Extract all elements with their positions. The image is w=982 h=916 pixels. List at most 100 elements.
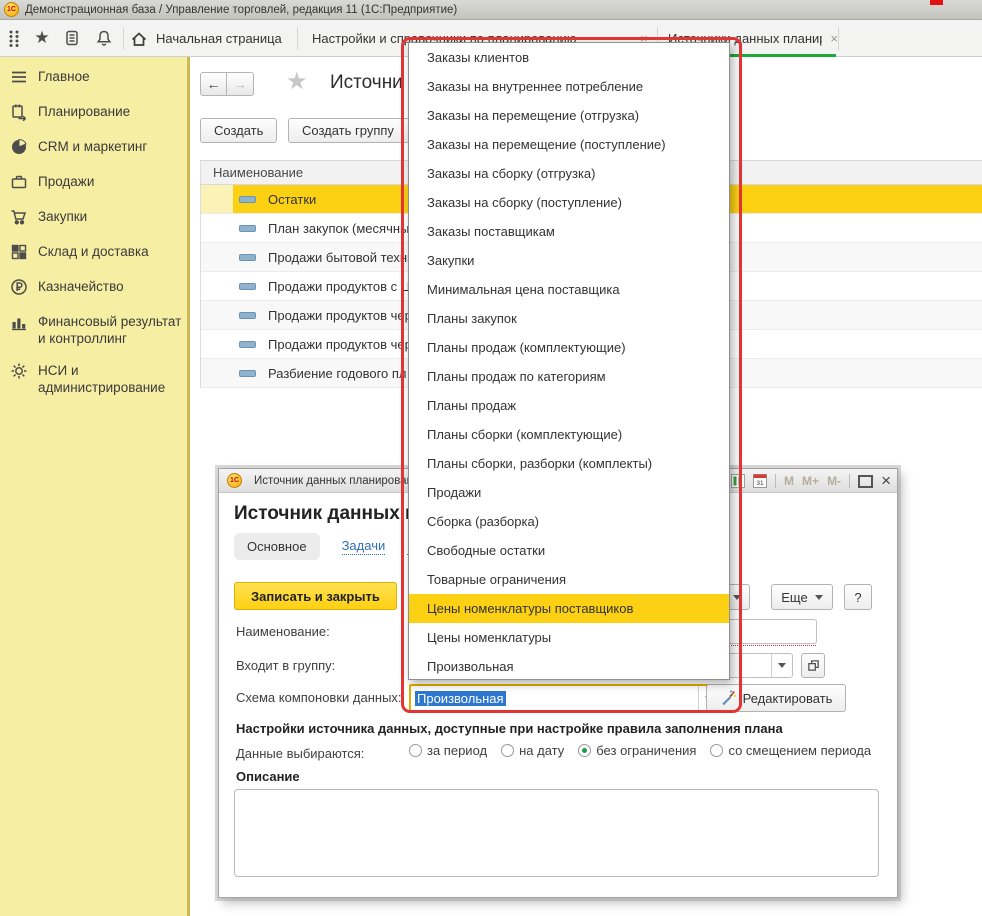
row-label: Остатки <box>268 192 316 207</box>
edit-button-label: Редактировать <box>743 691 833 706</box>
radio-icon <box>409 744 422 757</box>
maximize-icon[interactable] <box>858 475 873 488</box>
group-field-label: Входит в группу: <box>236 658 335 673</box>
list-element-icon <box>239 312 256 319</box>
tab-home[interactable]: Начальная страница <box>130 20 297 57</box>
notifications-bell-icon[interactable] <box>94 28 114 48</box>
row-label: План закупок (месячны <box>268 221 409 236</box>
chevron-down-icon[interactable] <box>771 654 792 677</box>
favorite-star-icon[interactable]: ★ <box>286 67 308 95</box>
back-button[interactable]: ← <box>200 72 227 96</box>
divider <box>775 474 776 488</box>
name-field-label: Наименование: <box>236 624 330 639</box>
row-label: Продажи продуктов чер <box>268 308 412 323</box>
close-icon[interactable]: × <box>881 474 891 488</box>
open-icon <box>807 659 820 672</box>
list-element-icon <box>239 283 256 290</box>
dialog-tabs: Основное Задачи Мои <box>234 533 433 560</box>
sidebar-item-label: НСИ и администрирование <box>38 362 184 396</box>
more-button[interactable]: Еще <box>771 584 833 610</box>
row-label: Разбиение годового пл <box>268 366 407 381</box>
radio-so-smescheniem[interactable]: со смещением периода <box>710 743 871 758</box>
warehouse-icon <box>10 243 28 261</box>
sidebar-item-sklad[interactable]: Склад и доставка <box>0 243 184 261</box>
sidebar-item-prodazhi[interactable]: Продажи <box>0 173 184 191</box>
dialog-title: Источник данных планировани: <box>254 475 423 487</box>
dropdown-item[interactable]: Произвольная <box>409 652 729 681</box>
tab-zadachi[interactable]: Задачи <box>342 538 386 555</box>
memory-minus-button[interactable]: M- <box>827 474 841 488</box>
sidebar: Главное Планирование CRM и маркетинг Про… <box>0 57 190 916</box>
radio-za-period[interactable]: за период <box>409 743 487 758</box>
dropdown-item[interactable]: Планы продаж по категориям <box>409 362 729 391</box>
window-title: Демонстрационная база / Управление торго… <box>25 4 457 16</box>
period-radio-group: за период на дату без ограничения со сме… <box>409 743 871 758</box>
dropdown-item[interactable]: Планы закупок <box>409 304 729 333</box>
chevron-down-icon <box>733 595 741 600</box>
group-open-button[interactable] <box>801 653 825 678</box>
favorites-star-icon[interactable]: ★ <box>32 28 52 48</box>
main-menu-icon[interactable] <box>4 28 24 48</box>
app-logo-icon: 1C <box>4 2 19 17</box>
create-button[interactable]: Создать <box>200 118 277 143</box>
tab-close-icon[interactable]: × <box>830 31 838 46</box>
dropdown-item[interactable]: Заказы на перемещение (отгрузка) <box>409 101 729 130</box>
row-lead-cell <box>201 301 233 329</box>
edit-button[interactable]: Редактировать <box>706 684 846 712</box>
description-textarea[interactable] <box>234 789 879 877</box>
sidebar-item-planirovanie[interactable]: Планирование <box>0 103 184 121</box>
sidebar-item-zakupki[interactable]: Закупки <box>0 208 184 226</box>
sidebar-item-nsi[interactable]: НСИ и администрирование <box>0 362 184 396</box>
radio-bez-ogranicheniya[interactable]: без ограничения <box>578 743 696 758</box>
window-close-fragment[interactable] <box>930 0 943 5</box>
sidebar-item-label: Продажи <box>38 173 184 190</box>
dropdown-item[interactable]: Планы продаж <box>409 391 729 420</box>
sidebar-item-crm[interactable]: CRM и маркетинг <box>0 138 184 156</box>
sidebar-item-kaznacheystvo[interactable]: Казначейство <box>0 278 184 296</box>
dropdown-item[interactable]: Заказы на сборку (поступление) <box>409 188 729 217</box>
ruble-icon <box>10 278 28 296</box>
dropdown-item[interactable]: Сборка (разборка) <box>409 507 729 536</box>
dropdown-item[interactable]: Закупки <box>409 246 729 275</box>
memory-plus-button[interactable]: M+ <box>802 474 819 488</box>
cart-icon <box>10 208 28 226</box>
help-button[interactable]: ? <box>844 584 872 610</box>
save-and-close-button[interactable]: Записать и закрыть <box>234 582 397 610</box>
schema-combo-input[interactable]: Произвольная <box>409 684 721 712</box>
dropdown-item[interactable]: Заказы поставщикам <box>409 217 729 246</box>
calendar-icon[interactable]: 31 <box>753 474 767 488</box>
dropdown-item[interactable]: Заказы на сборку (отгрузка) <box>409 159 729 188</box>
app-window: 1C Демонстрационная база / Управление то… <box>0 0 982 916</box>
dropdown-item[interactable]: Цены номенклатуры <box>409 623 729 652</box>
section-header: Настройки источника данных, доступные пр… <box>236 721 783 736</box>
dropdown-item[interactable]: Планы сборки (комплектующие) <box>409 420 729 449</box>
radio-na-datu[interactable]: на дату <box>501 743 564 758</box>
dropdown-item[interactable]: Планы сборки, разборки (комплекты) <box>409 449 729 478</box>
create-group-button[interactable]: Создать группу <box>288 118 420 143</box>
dropdown-item[interactable]: Минимальная цена поставщика <box>409 275 729 304</box>
tab-divider <box>297 27 298 50</box>
page-title: Источни <box>330 72 403 94</box>
dropdown-item[interactable]: Товарные ограничения <box>409 565 729 594</box>
row-lead-cell <box>201 272 233 300</box>
chevron-down-icon <box>815 595 823 600</box>
dropdown-item[interactable]: Заказы клиентов <box>409 43 729 72</box>
tab-osnovnoe[interactable]: Основное <box>234 533 320 560</box>
row-lead-cell <box>201 243 233 271</box>
forward-button[interactable]: → <box>227 72 254 96</box>
dropdown-item[interactable]: Свободные остатки <box>409 536 729 565</box>
dropdown-item[interactable]: Заказы на перемещение (поступление) <box>409 130 729 159</box>
dropdown-item[interactable]: Планы продаж (комплектующие) <box>409 333 729 362</box>
history-icon[interactable] <box>62 28 82 48</box>
list-element-icon <box>239 225 256 232</box>
schema-field-label: Схема компоновки данных: <box>236 690 402 705</box>
dropdown-item-highlighted[interactable]: Цены номенклатуры поставщиков <box>409 594 729 623</box>
dropdown-item[interactable]: Заказы на внутреннее потребление <box>409 72 729 101</box>
sidebar-item-finrezultat[interactable]: Финансовый результат и контроллинг <box>0 313 184 347</box>
spreadsheet-icon[interactable] <box>731 474 745 488</box>
dropdown-item[interactable]: Продажи <box>409 478 729 507</box>
planning-icon <box>10 103 28 121</box>
sidebar-item-glavnoe[interactable]: Главное <box>0 68 184 86</box>
memory-button[interactable]: M <box>784 474 794 488</box>
list-element-icon <box>239 370 256 377</box>
